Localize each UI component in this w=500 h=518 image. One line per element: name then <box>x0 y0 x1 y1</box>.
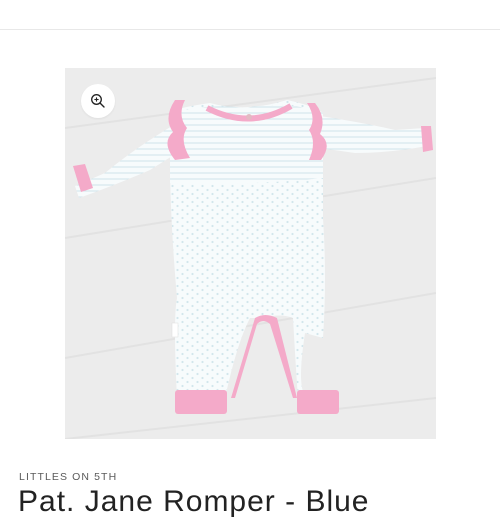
right-ankle-cuff <box>297 390 339 414</box>
zoom-button[interactable] <box>81 84 115 118</box>
garment-tag <box>171 322 179 338</box>
romper-illustration <box>65 68 436 439</box>
zoom-in-icon <box>91 94 105 108</box>
product-image[interactable] <box>65 68 436 439</box>
left-ankle-cuff <box>175 390 227 414</box>
product-vendor: LITTLES ON 5TH <box>19 471 118 483</box>
neck-button <box>246 114 252 120</box>
product-title: Pat. Jane Romper - Blue <box>18 485 370 518</box>
right-cuff <box>421 126 433 152</box>
header-divider <box>0 29 500 30</box>
